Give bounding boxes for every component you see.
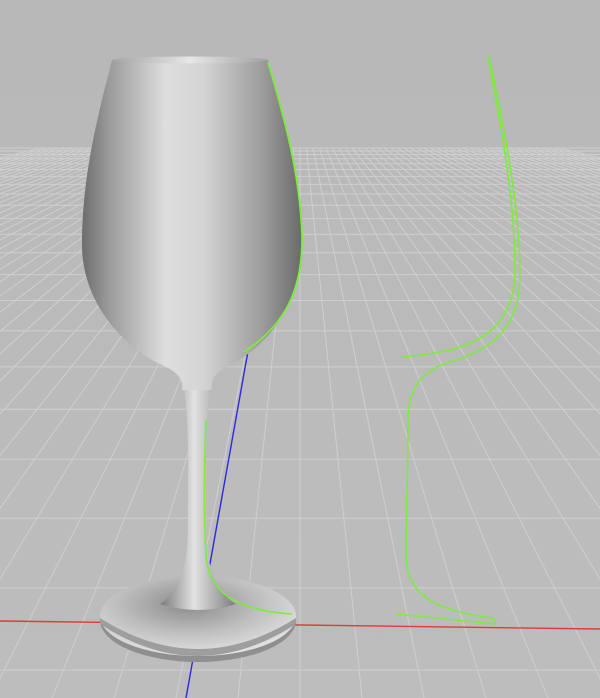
glass-rim [112,56,268,64]
viewport-canvas[interactable] [0,0,600,698]
3d-viewport[interactable] [0,0,600,698]
